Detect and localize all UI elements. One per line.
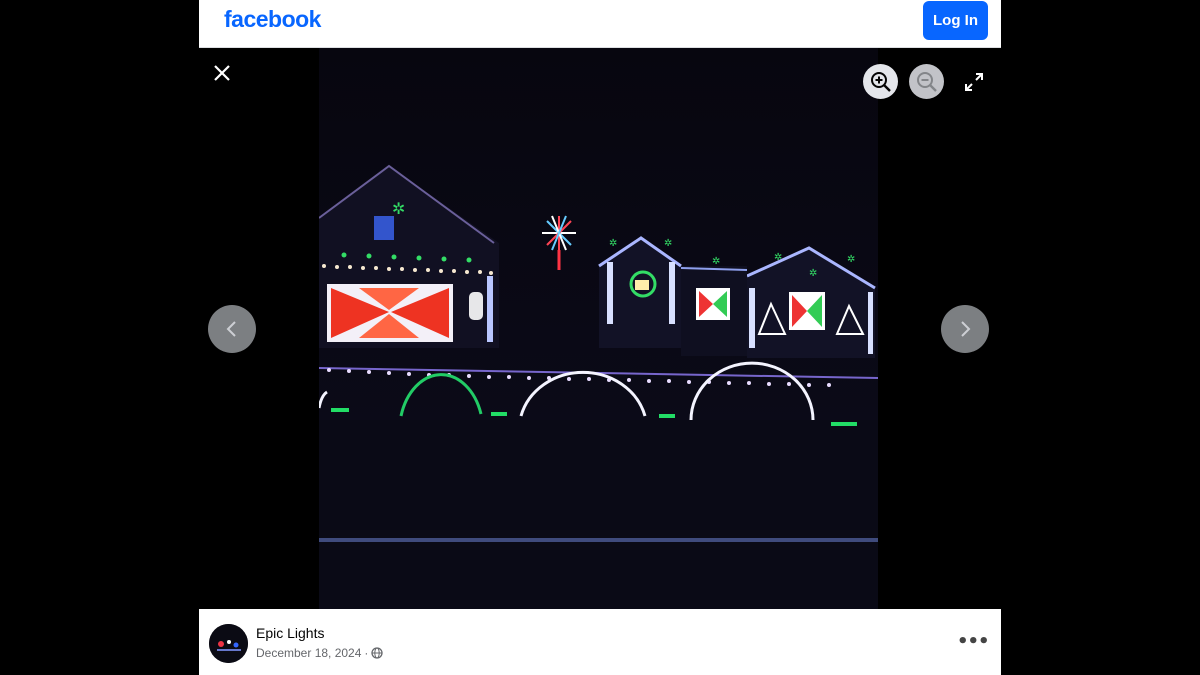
post-date[interactable]: December 18, 2024	[256, 646, 361, 660]
meta-separator: ·	[364, 646, 369, 660]
chevron-left-icon	[226, 321, 236, 337]
photo-viewer: ✲ ✲ ✲ ✲ ✲ ✲ ✲	[199, 48, 1001, 609]
zoom-out-button[interactable]	[909, 64, 944, 99]
next-photo-button[interactable]	[941, 305, 989, 353]
svg-text:✲: ✲	[392, 199, 405, 218]
login-button[interactable]: Log In	[923, 1, 988, 40]
svg-text:✲: ✲	[847, 254, 855, 265]
globe-icon	[371, 647, 384, 659]
facebook-photo-viewer: facebook Log In ✲ ✲ ✲ ✲ ✲ ✲ ✲ Epic Light…	[199, 0, 1001, 675]
avatar[interactable]	[209, 624, 248, 663]
post-author-name[interactable]: Epic Lights	[256, 625, 324, 641]
svg-text:✲: ✲	[774, 252, 782, 263]
zoom-in-icon	[870, 71, 891, 92]
previous-photo-button[interactable]	[208, 305, 256, 353]
facebook-logo[interactable]: facebook	[224, 6, 321, 33]
chevron-right-icon	[961, 321, 971, 337]
zoom-out-icon	[916, 71, 937, 92]
top-navigation-bar: facebook Log In	[199, 0, 1001, 48]
photo-image: ✲ ✲ ✲✲ ✲✲✲	[319, 48, 878, 609]
christmas-lights-house-photo: ✲ ✲ ✲ ✲ ✲ ✲ ✲	[319, 48, 878, 609]
more-horizontal-icon: •••	[957, 631, 990, 652]
zoom-in-button[interactable]	[863, 64, 898, 99]
close-icon	[214, 65, 230, 81]
svg-text:✲: ✲	[809, 268, 817, 279]
post-meta: December 18, 2024 ·	[256, 646, 384, 660]
more-options-button[interactable]: •••	[957, 631, 990, 652]
post-info-footer: Epic Lights December 18, 2024 · •••	[199, 609, 1001, 675]
close-button[interactable]	[209, 60, 235, 86]
fullscreen-icon	[965, 73, 983, 91]
page-avatar-image	[209, 624, 248, 663]
svg-text:✲: ✲	[712, 256, 720, 267]
svg-text:✲: ✲	[664, 238, 672, 249]
svg-text:✲: ✲	[609, 238, 617, 249]
fullscreen-button[interactable]	[962, 70, 986, 94]
